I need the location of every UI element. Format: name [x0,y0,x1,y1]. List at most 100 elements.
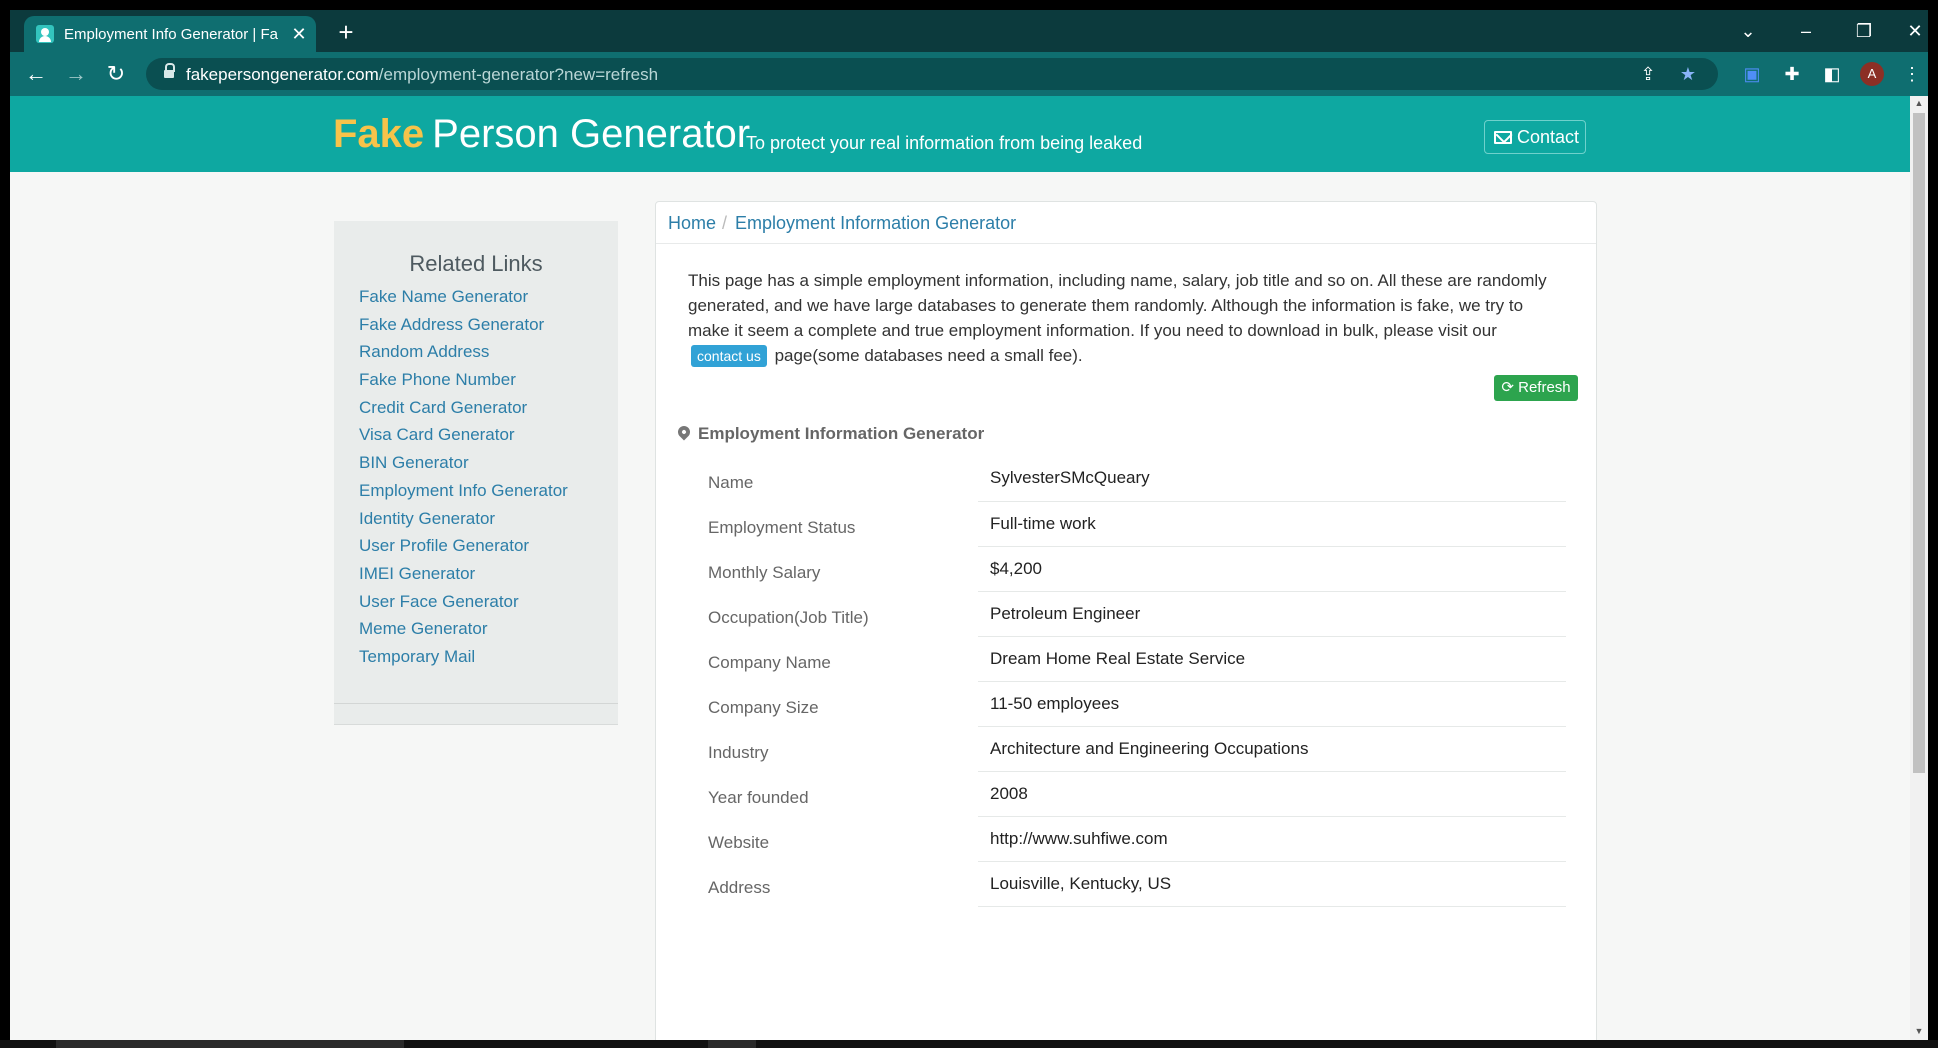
field-value: Dream Home Real Estate Service [978,636,1566,682]
tab-strip: Employment Info Generator | Fak ✕ + ⌄ – … [10,10,1928,52]
site-header: Fake Person Generator To protect your rea… [10,96,1910,172]
field-label: Website [708,832,770,852]
field-label: Company Size [708,697,819,717]
field-value: 11-50 employees [978,681,1566,727]
field-label: Name [708,472,754,492]
section-title-text: Employment Information Generator [698,424,985,443]
web-page: Fake Person Generator To protect your rea… [10,96,1910,1040]
intro-text: This page has a simple employment inform… [688,271,1547,340]
table-row: Occupation(Job Title) Petroleum Engineer [688,591,1566,637]
sidebar-title: Related Links [409,251,543,276]
share-icon[interactable]: ⇪ [1634,60,1662,88]
field-label: Year founded [708,787,809,807]
sidebar-link-identity[interactable]: Identity Generator [359,509,568,537]
new-tab-button[interactable]: + [332,19,360,47]
taskbar-item[interactable] [56,1040,404,1048]
site-tagline: To protect your real information from be… [746,133,1143,153]
sidebar-link-bin[interactable]: BIN Generator [359,453,568,481]
forward-arrow-icon[interactable]: → [62,60,90,88]
menu-kebab-icon[interactable]: ⋮ [1898,60,1926,88]
refresh-button[interactable]: ⟳ Refresh [1494,375,1578,401]
refresh-icon: ⟳ [1501,379,1514,396]
table-row: Industry Architecture and Engineering Occ… [688,726,1566,772]
page-scrollbar[interactable]: ▲ ▼ [1910,96,1928,1040]
close-tab-icon[interactable]: ✕ [288,23,310,45]
extensions-puzzle-icon[interactable]: ✚ [1778,60,1806,88]
sidebar-link-fake-name[interactable]: Fake Name Generator [359,287,568,315]
section-title: Employment Information Generator [675,423,985,444]
field-value: Architecture and Engineering Occupations [978,726,1566,772]
brand-fake-text: Fake [333,112,425,156]
back-arrow-icon[interactable]: ← [22,60,50,88]
contact-button[interactable]: Contact [1484,120,1586,154]
close-window-icon[interactable]: ✕ [1902,16,1928,46]
table-row: Year founded 2008 [688,771,1566,817]
refresh-label: Refresh [1518,379,1571,396]
related-links-sidebar: Related Links Fake Name Generator Fake A… [334,221,618,725]
table-row: Company Name Dream Home Real Estate Servi… [688,636,1566,682]
table-row: Name SylvesterSMcQueary [688,456,1566,502]
lock-icon [164,63,175,80]
bookmark-star-icon[interactable]: ★ [1674,60,1702,88]
intro-text-end: page(some databases need a small fee). [774,346,1083,365]
extension-ui-icon[interactable]: ▣ [1738,60,1766,88]
tab-employment-info[interactable]: Employment Info Generator | Fak ✕ [24,16,316,52]
url-text: fakepersongenerator.com/employment-gener… [186,65,658,85]
contact-label: Contact [1517,127,1580,147]
taskbar-item[interactable] [708,1040,756,1048]
field-value: Louisville, Kentucky, US [978,861,1566,907]
sidebar-link-imei[interactable]: IMEI Generator [359,564,568,592]
sidebar-link-visa-card[interactable]: Visa Card Generator [359,425,568,453]
brand-rest-text: Person Generator [432,112,751,156]
employment-info-table: Name SylvesterSMcQueary Employment Status… [688,456,1566,907]
field-label: Occupation(Job Title) [708,607,869,627]
sidebar-link-temporary-mail[interactable]: Temporary Mail [359,647,568,675]
field-label: Industry [708,742,769,762]
table-row: Monthly Salary $4,200 [688,546,1566,592]
breadcrumb: Home / Employment Information Generator [656,202,1596,244]
browser-toolbar: ← → ↻ fakepersongenerator.com/employment… [10,52,1928,96]
address-bar[interactable]: fakepersongenerator.com/employment-gener… [146,58,1718,90]
contact-us-link[interactable]: contact us [691,345,767,367]
restore-icon[interactable]: ❐ [1844,16,1884,46]
minimize-icon[interactable]: – [1786,16,1826,46]
related-links-list: Fake Name Generator Fake Address Generat… [359,287,568,675]
intro-paragraph: This page has a simple employment inform… [688,268,1568,368]
browser-window: Employment Info Generator | Fak ✕ + ⌄ – … [10,10,1928,1040]
site-logo[interactable]: Fake Person Generator [333,112,750,157]
sidebar-link-fake-phone[interactable]: Fake Phone Number [359,370,568,398]
profile-avatar[interactable]: A [1860,62,1884,86]
sidebar-link-user-face[interactable]: User Face Generator [359,592,568,620]
taskbar [0,1040,1938,1048]
sidebar-link-credit-card[interactable]: Credit Card Generator [359,398,568,426]
sidebar-link-employment-info[interactable]: Employment Info Generator [359,481,568,509]
sidebar-link-fake-address[interactable]: Fake Address Generator [359,315,568,343]
tab-title: Employment Info Generator | Fak [64,26,279,43]
field-label: Employment Status [708,517,856,537]
scroll-down-arrow-icon[interactable]: ▼ [1914,1026,1924,1038]
scroll-up-arrow-icon[interactable]: ▲ [1914,98,1924,110]
scroll-thumb[interactable] [1913,113,1925,773]
sidebar-divider [334,703,618,704]
main-panel: Home / Employment Information Generator Th… [655,201,1597,1040]
table-row: Employment Status Full-time work [688,501,1566,547]
field-value: 2008 [978,771,1566,817]
field-value: Petroleum Engineer [978,591,1566,637]
url-path: /employment-generator?new=refresh [378,65,659,84]
sidebar-link-random-address[interactable]: Random Address [359,342,568,370]
reload-icon[interactable]: ↻ [102,60,130,88]
field-label: Address [708,877,771,897]
tab-search-icon[interactable]: ⌄ [1728,16,1768,46]
field-value: http://www.suhfiwe.com [978,816,1566,862]
side-panel-icon[interactable]: ◧ [1818,60,1846,88]
field-value: SylvesterSMcQueary [978,456,1566,502]
breadcrumb-current[interactable]: Employment Information Generator [735,213,1016,233]
field-label: Monthly Salary [708,562,821,582]
sidebar-link-meme[interactable]: Meme Generator [359,619,568,647]
breadcrumb-home[interactable]: Home [668,213,716,233]
field-label: Company Name [708,652,831,672]
person-favicon-icon [36,25,54,43]
envelope-icon [1494,131,1512,144]
sidebar-link-user-profile[interactable]: User Profile Generator [359,536,568,564]
url-domain: fakepersongenerator.com [186,65,379,84]
